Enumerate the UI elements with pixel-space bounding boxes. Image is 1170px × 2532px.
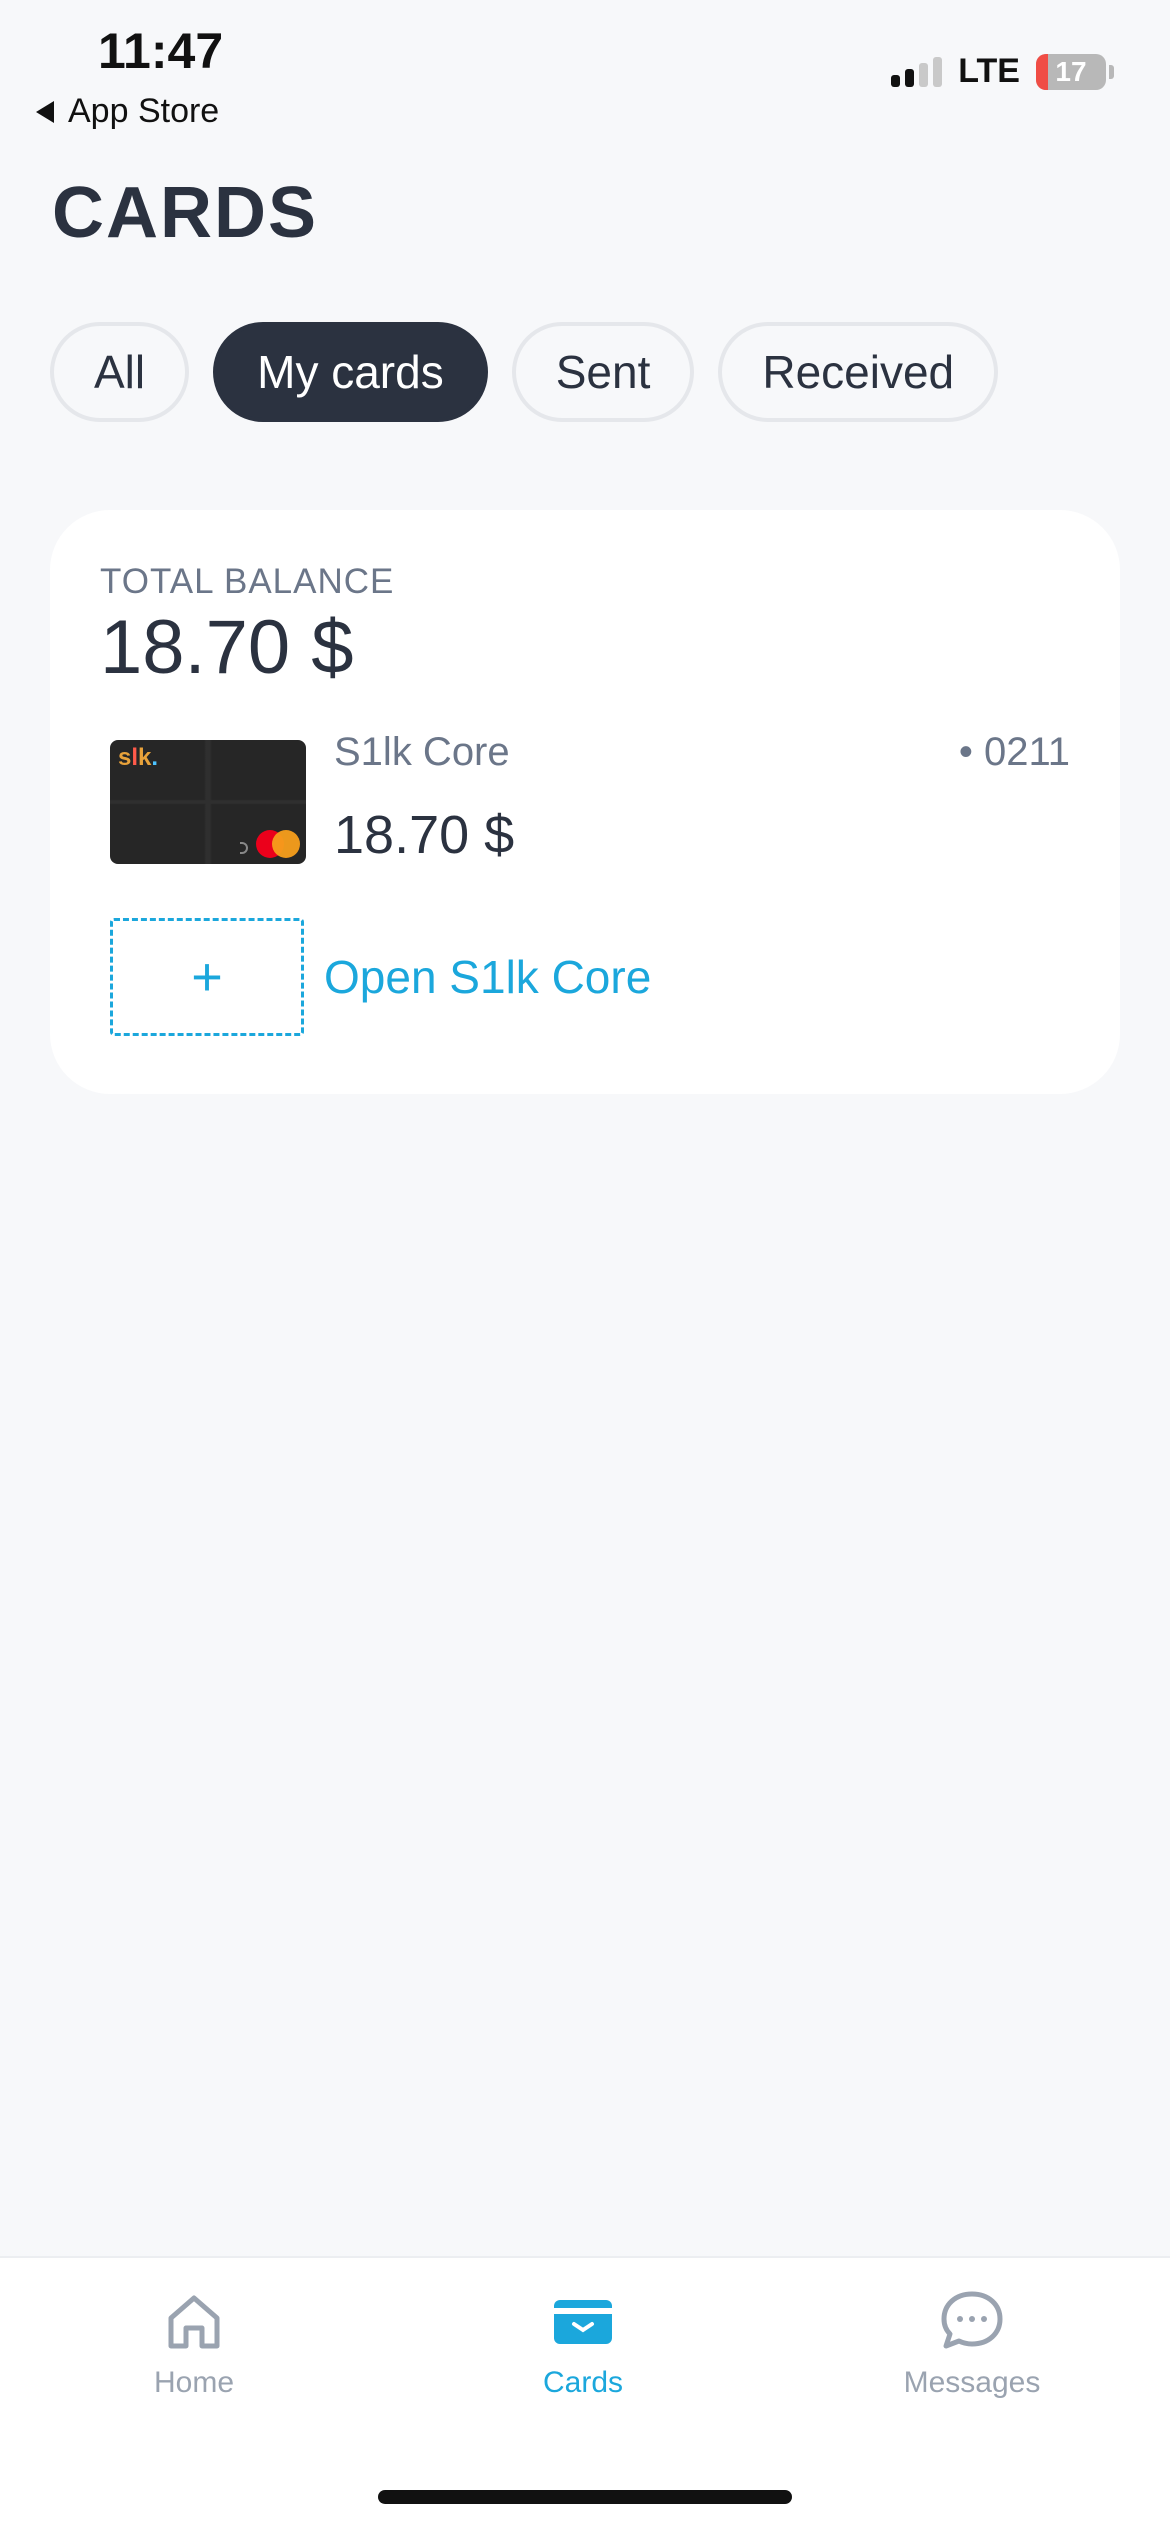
- back-label: App Store: [68, 92, 220, 130]
- home-icon: [168, 2295, 220, 2349]
- signal-icon: [891, 56, 943, 87]
- open-card-button[interactable]: + Open S1lk Core: [110, 918, 651, 1036]
- page-title: CARDS: [52, 173, 319, 253]
- battery-level: 17: [1055, 55, 1087, 87]
- status-indicators: LTE 17: [891, 52, 1114, 91]
- balance-panel: TOTAL BALANCE 18.70 $ slk. S1lk Core • 0…: [50, 510, 1120, 1094]
- card-item[interactable]: slk. S1lk Core • 0211 18.70 $: [110, 730, 1070, 865]
- card-name: S1lk Core: [334, 730, 510, 774]
- network-type: LTE: [958, 52, 1020, 90]
- nav-messages[interactable]: Messages: [822, 2288, 1122, 2400]
- tab-all[interactable]: All: [50, 322, 190, 422]
- mastercard-icon: [256, 830, 300, 858]
- card-image: slk.: [110, 740, 306, 864]
- filter-tabs: All My cards Sent Received: [50, 322, 999, 422]
- battery-icon: 17: [1036, 53, 1106, 90]
- tab-received[interactable]: Received: [718, 322, 999, 422]
- card-brand-logo: slk.: [118, 744, 159, 771]
- nav-home-label: Home: [153, 2366, 235, 2399]
- total-balance-label: TOTAL BALANCE: [100, 562, 395, 601]
- card-last-digits: • 0211: [958, 730, 1070, 774]
- nav-cards[interactable]: Cards: [433, 2288, 733, 2400]
- chat-icon: [941, 2291, 1003, 2349]
- status-time: 11:47: [98, 23, 224, 79]
- tab-sent[interactable]: Sent: [511, 322, 695, 422]
- add-card-icon: +: [110, 918, 304, 1036]
- tab-my-cards[interactable]: My cards: [213, 322, 488, 422]
- nav-home[interactable]: Home: [44, 2288, 344, 2400]
- total-balance-value: 18.70 $: [100, 605, 354, 690]
- wallet-icon: [554, 2300, 612, 2344]
- card-balance: 18.70 $: [334, 805, 515, 865]
- cards-screen: 11:47 App Store LTE 17 CARDS All My card…: [0, 0, 1170, 2532]
- nav-cards-label: Cards: [542, 2366, 624, 2399]
- open-card-label: Open S1lk Core: [324, 951, 652, 1003]
- home-indicator[interactable]: [378, 2490, 792, 2504]
- nav-messages-label: Messages: [903, 2366, 1041, 2399]
- back-to-app-store[interactable]: App Store: [36, 92, 219, 131]
- back-arrow-icon: [36, 100, 54, 123]
